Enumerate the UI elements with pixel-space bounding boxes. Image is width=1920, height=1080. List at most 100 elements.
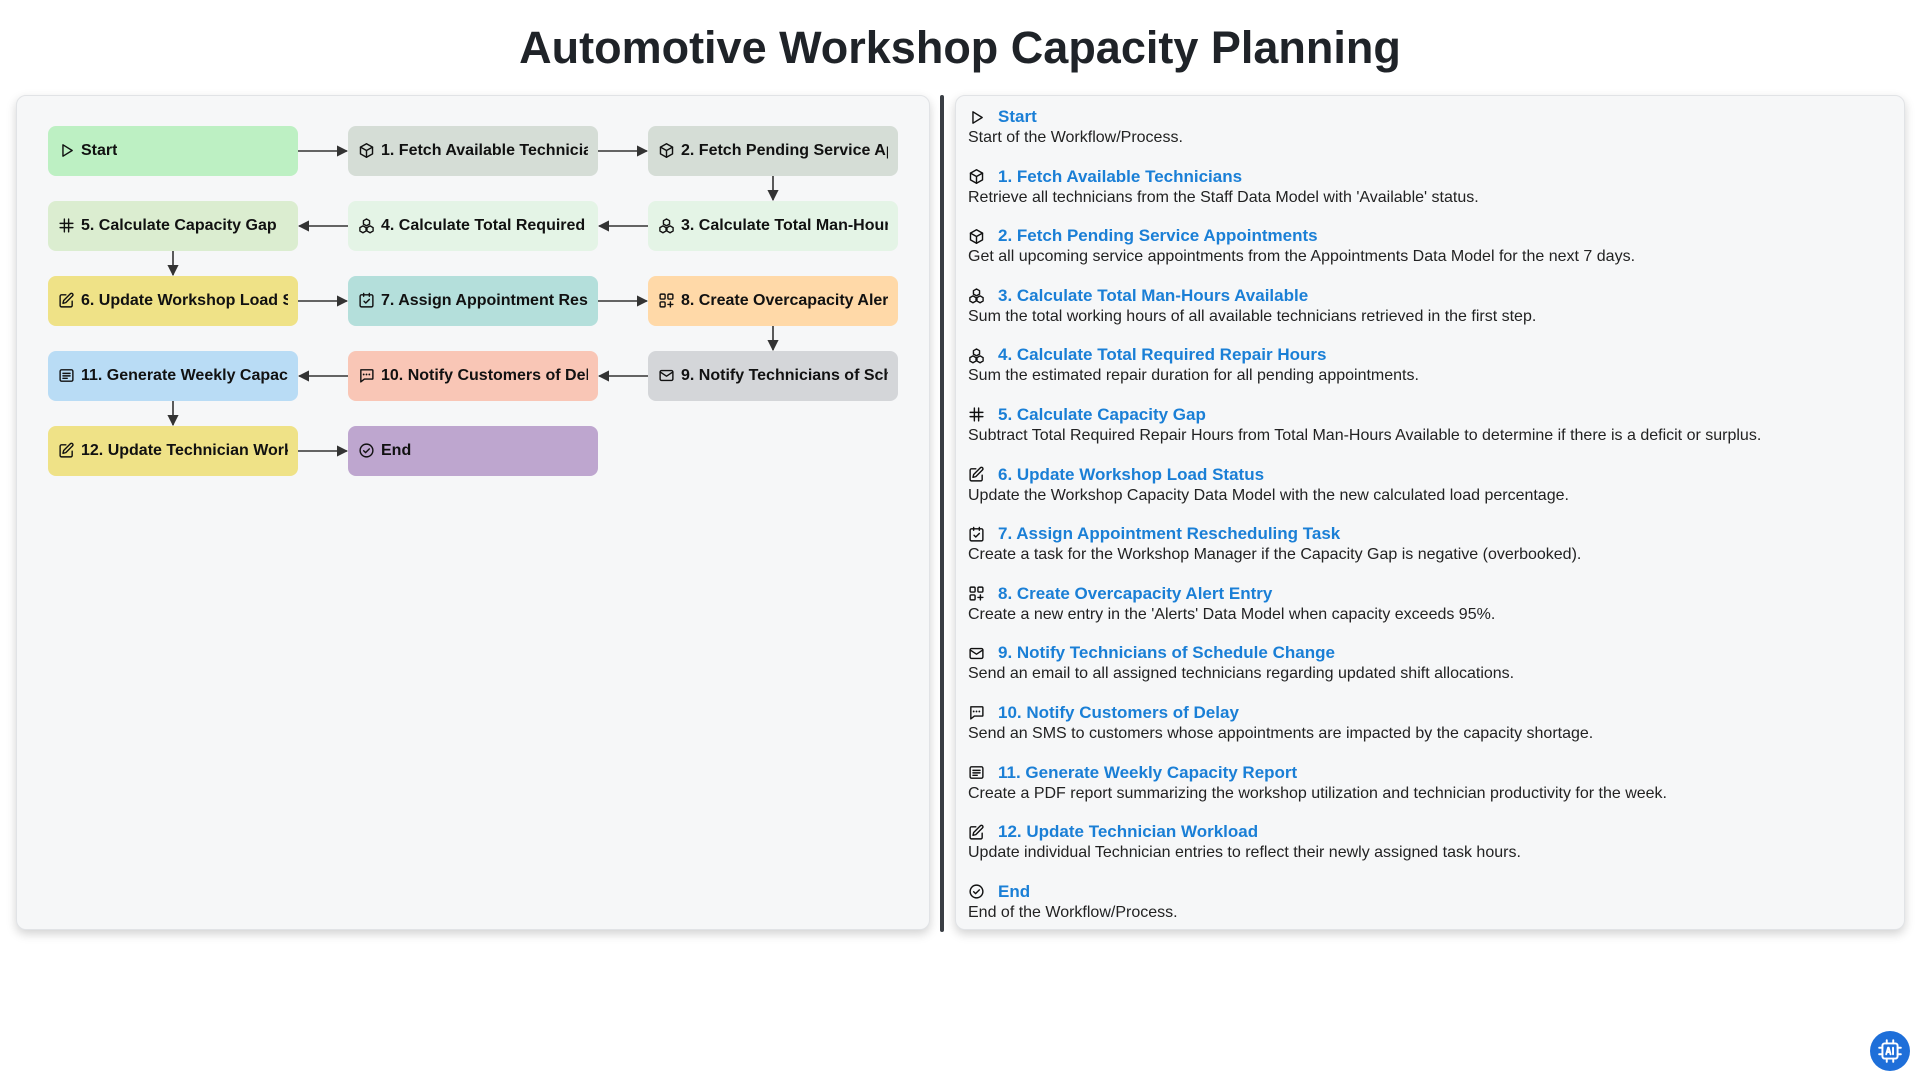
- step-title-link[interactable]: 1. Fetch Available Technicians: [998, 167, 1242, 187]
- cluster-icon: [358, 217, 376, 235]
- step-item: 3. Calculate Total Man-Hours Available Su…: [968, 285, 1892, 345]
- step-description: Update individual Technician entries to …: [968, 844, 1521, 862]
- flow-node-n10[interactable]: 10. Notify Customers of Delay: [348, 351, 598, 401]
- play-icon: [968, 109, 985, 126]
- flow-node-n3[interactable]: 3. Calculate Total Man-Hours Available: [648, 201, 898, 251]
- flow-node-n12[interactable]: 12. Update Technician Workload: [48, 426, 298, 476]
- step-item: 10. Notify Customers of Delay Send an SMS…: [968, 702, 1892, 762]
- mail-icon: [968, 645, 985, 662]
- check-circle-icon: [968, 883, 985, 900]
- flow-node-label: 12. Update Technician Workload: [81, 442, 288, 459]
- edit-icon: [58, 292, 76, 310]
- step-description: Update the Workshop Capacity Data Model …: [968, 486, 1569, 504]
- step-title-link[interactable]: 9. Notify Technicians of Schedule Change: [998, 643, 1335, 663]
- panel-divider: [940, 95, 944, 932]
- step-item: End End of the Workflow/Process.: [968, 881, 1892, 941]
- flow-node-n7[interactable]: 7. Assign Appointment Rescheduling Task: [348, 276, 598, 326]
- step-description: Create a PDF report summarizing the work…: [968, 784, 1667, 802]
- steps-list: Start Start of the Workflow/Process. 1. Fe…: [968, 106, 1892, 940]
- step-item: 6. Update Workshop Load Status Update the…: [968, 464, 1892, 524]
- mail-icon: [658, 367, 676, 385]
- flow-node-label: End: [381, 442, 412, 459]
- step-title-link[interactable]: 12. Update Technician Workload: [998, 822, 1258, 842]
- sms-icon: [968, 704, 985, 721]
- flow-node-n8[interactable]: 8. Create Overcapacity Alert Entry: [648, 276, 898, 326]
- play-icon: [58, 142, 76, 160]
- step-title-link[interactable]: 6. Update Workshop Load Status: [998, 465, 1264, 485]
- flow-node-label: 7. Assign Appointment Rescheduling Task: [381, 292, 588, 309]
- cluster-icon: [658, 217, 676, 235]
- step-description: Get all upcoming service appointments fr…: [968, 248, 1636, 266]
- cube-icon: [968, 228, 985, 245]
- step-item: 4. Calculate Total Required Repair Hours…: [968, 344, 1892, 404]
- check-square-icon: [358, 292, 376, 310]
- report-icon: [968, 764, 985, 781]
- ai-assistant-button[interactable]: [1870, 1031, 1910, 1071]
- hash-icon: [968, 406, 985, 423]
- flow-node-label: 5. Calculate Capacity Gap: [81, 217, 277, 234]
- flow-node-n4[interactable]: 4. Calculate Total Required Repair Hours: [348, 201, 598, 251]
- cube-icon: [358, 142, 376, 160]
- step-title-link[interactable]: 8. Create Overcapacity Alert Entry: [998, 584, 1272, 604]
- step-item: 9. Notify Technicians of Schedule Change…: [968, 642, 1892, 702]
- step-title-link[interactable]: 10. Notify Customers of Delay: [998, 703, 1239, 723]
- step-title-link[interactable]: 11. Generate Weekly Capacity Report: [998, 763, 1297, 783]
- cube-icon: [658, 142, 676, 160]
- report-icon: [58, 367, 76, 385]
- edit-icon: [968, 466, 985, 483]
- step-description: Create a new entry in the 'Alerts' Data …: [968, 605, 1496, 623]
- edit-icon: [968, 824, 985, 841]
- flow-node-label: 2. Fetch Pending Service Appointments: [681, 142, 888, 159]
- step-title-link[interactable]: Start: [998, 107, 1037, 127]
- step-description: End of the Workflow/Process.: [968, 903, 1178, 921]
- flow-node-n6[interactable]: 6. Update Workshop Load Status: [48, 276, 298, 326]
- flow-node-n9[interactable]: 9. Notify Technicians of Schedule Change: [648, 351, 898, 401]
- step-description: Send an SMS to customers whose appointme…: [968, 724, 1594, 742]
- edit-icon: [58, 442, 76, 460]
- flowchart-panel: Start 1. Fetch Available Technicians 2. Fe…: [16, 95, 930, 930]
- flow-node-start[interactable]: Start: [48, 126, 298, 176]
- step-title-link[interactable]: 4. Calculate Total Required Repair Hours: [998, 345, 1326, 365]
- flow-node-n11[interactable]: 11. Generate Weekly Capacity Report: [48, 351, 298, 401]
- flow-node-label: 4. Calculate Total Required Repair Hours: [381, 217, 588, 234]
- flow-node-label: 3. Calculate Total Man-Hours Available: [681, 217, 888, 234]
- hash-icon: [58, 217, 76, 235]
- step-description: Sum the estimated repair duration for al…: [968, 367, 1419, 385]
- steps-panel: Start Start of the Workflow/Process. 1. Fe…: [955, 95, 1905, 930]
- step-description: Retrieve all technicians from the Staff …: [968, 188, 1479, 206]
- flow-node-label: 8. Create Overcapacity Alert Entry: [681, 292, 888, 309]
- step-item: 2. Fetch Pending Service Appointments Get…: [968, 225, 1892, 285]
- step-item: 8. Create Overcapacity Alert Entry Create…: [968, 583, 1892, 643]
- cluster-icon: [968, 287, 985, 304]
- grid-plus-icon: [968, 585, 985, 602]
- page-title: Automotive Workshop Capacity Planning: [519, 22, 1401, 73]
- step-item: 5. Calculate Capacity Gap Subtract Total …: [968, 404, 1892, 464]
- check-circle-icon: [358, 442, 376, 460]
- cube-icon: [968, 168, 985, 185]
- step-item: 7. Assign Appointment Rescheduling Task C…: [968, 523, 1892, 583]
- flow-node-end[interactable]: End: [348, 426, 598, 476]
- step-item: Start Start of the Workflow/Process.: [968, 106, 1892, 166]
- step-title-link[interactable]: End: [998, 882, 1030, 902]
- step-title-link[interactable]: 7. Assign Appointment Rescheduling Task: [998, 524, 1340, 544]
- step-title-link[interactable]: 5. Calculate Capacity Gap: [998, 405, 1206, 425]
- flow-node-n2[interactable]: 2. Fetch Pending Service Appointments: [648, 126, 898, 176]
- flow-node-label: Start: [81, 142, 118, 159]
- step-title-link[interactable]: 2. Fetch Pending Service Appointments: [998, 226, 1318, 246]
- step-title-link[interactable]: 3. Calculate Total Man-Hours Available: [998, 286, 1308, 306]
- step-description: Create a task for the Workshop Manager i…: [968, 546, 1582, 564]
- flow-node-label: 9. Notify Technicians of Schedule Change: [681, 367, 888, 384]
- cluster-icon: [968, 347, 985, 364]
- ai-chip-icon: [1877, 1038, 1903, 1064]
- flow-node-label: 11. Generate Weekly Capacity Report: [81, 367, 288, 384]
- flow-node-n1[interactable]: 1. Fetch Available Technicians: [348, 126, 598, 176]
- step-item: 12. Update Technician Workload Update ind…: [968, 821, 1892, 881]
- step-item: 1. Fetch Available Technicians Retrieve a…: [968, 166, 1892, 226]
- step-description: Subtract Total Required Repair Hours fro…: [968, 426, 1762, 444]
- step-description: Send an email to all assigned technician…: [968, 665, 1515, 683]
- sms-icon: [358, 367, 376, 385]
- check-square-icon: [968, 526, 985, 543]
- step-description: Start of the Workflow/Process.: [968, 129, 1183, 146]
- flow-node-n5[interactable]: 5. Calculate Capacity Gap: [48, 201, 298, 251]
- step-item: 11. Generate Weekly Capacity Report Creat…: [968, 762, 1892, 822]
